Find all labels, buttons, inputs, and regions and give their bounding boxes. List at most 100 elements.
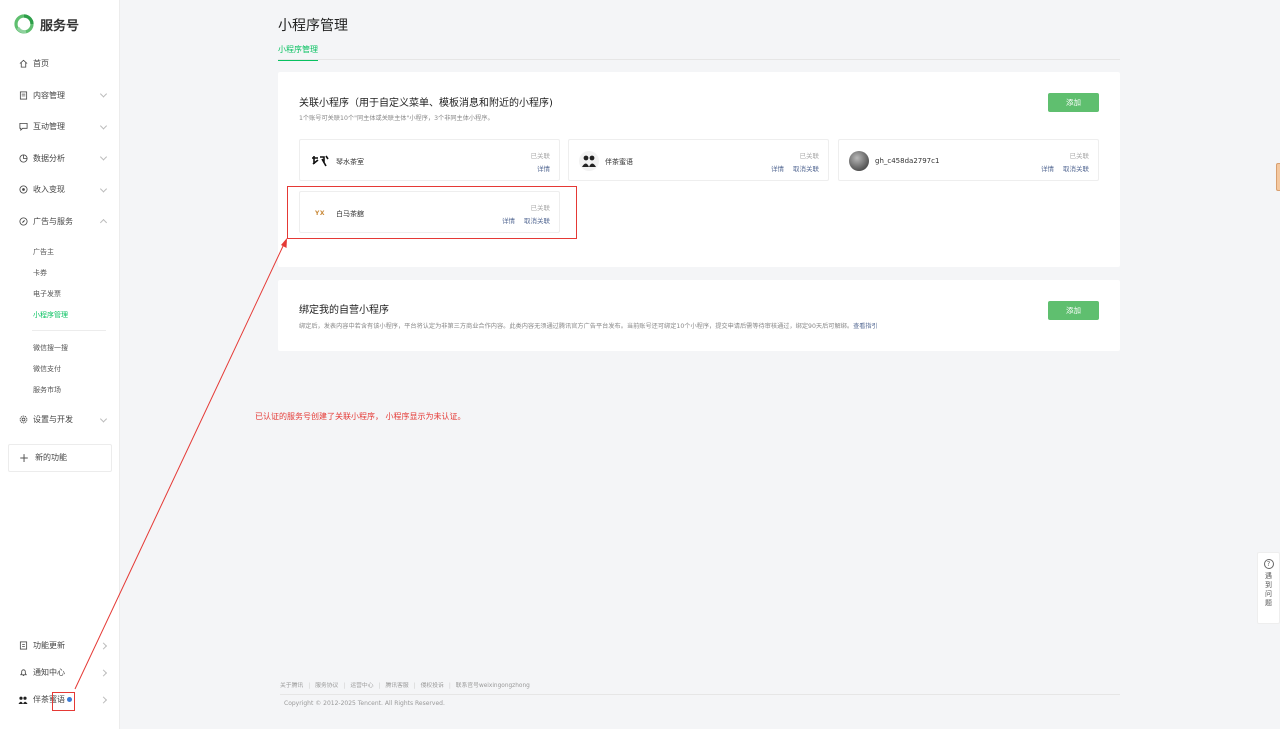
self-operated-description: 绑定后，发表内容中若含有该小程序，平台将认定为非第三方商业合作内容。此类内容无须… xyxy=(299,323,854,330)
footer-divider xyxy=(280,694,1120,695)
new-feature-label: 新的功能 xyxy=(35,453,68,462)
self-operated-section-title: 绑定我的自营小程序 xyxy=(299,305,389,316)
service-account-logo-icon xyxy=(14,14,34,34)
unlink-link[interactable]: 取消关联 xyxy=(793,163,819,173)
sidebar-item-interaction[interactable]: 互动管理 xyxy=(0,111,120,143)
sidebar-subitem-wechat-pay[interactable]: 微信支付 xyxy=(0,358,120,379)
edge-tab[interactable] xyxy=(1276,163,1280,191)
sidebar-item-monetization[interactable]: 收入变现 xyxy=(0,174,120,206)
chevron-right-icon xyxy=(99,695,108,704)
footer-separator: | xyxy=(308,683,311,689)
footer-separator: | xyxy=(448,683,451,689)
footer-links: 关于腾讯 | 服务协议 | 运营中心 | 腾讯客服 | 侵权投诉 | 联系官号weixingongz… xyxy=(280,680,530,689)
chat-icon xyxy=(18,122,28,132)
mini-program-item: 琴水茶室 已关联 详情 xyxy=(299,139,560,181)
sidebar-subitem-advertiser[interactable]: 广告主 xyxy=(0,241,120,262)
add-self-operated-mini-program-button[interactable]: 添加 xyxy=(1048,301,1099,320)
sidebar-item-label: 功能更新 xyxy=(33,641,65,650)
calligraphy-logo-icon xyxy=(310,151,330,171)
chevron-down-icon xyxy=(99,153,108,161)
sidebar-subitem-mini-program-management[interactable]: 小程序管理 xyxy=(0,304,120,325)
self-operated-mini-programs-card: 绑定我的自营小程序 绑定后，发表内容中若含有该小程序，平台将认定为非第三方商业合… xyxy=(278,280,1120,351)
footer-separator: | xyxy=(413,683,416,689)
coin-icon xyxy=(18,185,28,195)
sidebar-subitem-service-market[interactable]: 服务市场 xyxy=(0,379,120,400)
chevron-down-icon xyxy=(99,415,108,423)
mini-program-status: 已关联 xyxy=(799,152,820,160)
mini-program-status: 已关联 xyxy=(530,152,551,160)
sidebar-item-label: 互动管理 xyxy=(33,122,65,132)
mini-program-name: 伴茶蜜语 xyxy=(605,158,633,166)
footer-link-ops-center[interactable]: 运营中心 xyxy=(350,683,373,689)
sidebar-item-label: 广告与服务 xyxy=(33,216,73,226)
mini-program-item: gh_c458da2797c1 已关联 详情 取消关联 xyxy=(838,139,1099,181)
chevron-down-icon xyxy=(99,90,108,98)
highlight-box-verified-badge xyxy=(52,692,75,711)
compass-icon xyxy=(18,216,28,226)
linked-section-title: 关联小程序（用于自定义菜单、模板消息和附近的小程序) xyxy=(299,98,553,109)
sidebar-item-settings[interactable]: 设置与开发 xyxy=(0,404,120,436)
app-logo[interactable]: 服务号 xyxy=(14,14,79,34)
help-float-button[interactable]: ? 遇到问题 xyxy=(1257,552,1280,624)
sidebar-item-home[interactable]: 首页 xyxy=(0,48,120,80)
gear-icon xyxy=(18,415,28,425)
footer-separator: | xyxy=(378,683,381,689)
bell-icon xyxy=(18,668,28,678)
update-icon xyxy=(18,641,28,651)
sidebar-nav: 首页 内容管理 互动管理 数据分析 收入变现 广告与服务 广告主 卡券 电子发票… xyxy=(0,48,120,472)
sidebar-item-label: 通知中心 xyxy=(33,668,65,677)
chevron-right-icon xyxy=(99,641,108,650)
mini-program-item: 伴茶蜜语 已关联 详情 取消关联 xyxy=(568,139,829,181)
mini-program-name: 琴水茶室 xyxy=(336,158,364,166)
sidebar-item-label: 设置与开发 xyxy=(33,415,73,425)
app-title: 服务号 xyxy=(40,18,80,34)
unlink-link[interactable]: 取消关联 xyxy=(1063,163,1089,173)
details-link[interactable]: 详情 xyxy=(771,163,784,173)
footer-link-complaint[interactable]: 侵权投诉 xyxy=(421,683,444,689)
footer-link-support[interactable]: 腾讯客服 xyxy=(385,683,408,689)
highlight-box-mini-program xyxy=(287,186,577,239)
details-link[interactable]: 详情 xyxy=(1041,163,1054,173)
annotation-note: 已认证的服务号创建了关联小程序， 小程序显示为未认证。 xyxy=(255,412,466,421)
sidebar-subitem-wechat-search[interactable]: 微信搜一搜 xyxy=(0,337,120,358)
page-title: 小程序管理 xyxy=(278,18,348,34)
chevron-down-icon xyxy=(99,185,108,193)
copyright: Copyright © 2012-2025 Tencent. All Right… xyxy=(284,700,445,707)
sidebar-item-notifications[interactable]: 通知中心 xyxy=(0,659,120,686)
sidebar-subitem-coupons[interactable]: 卡券 xyxy=(0,262,120,283)
question-icon: ? xyxy=(1263,559,1274,569)
sidebar-item-label: 首页 xyxy=(33,59,49,69)
sidebar-subitem-e-invoice[interactable]: 电子发票 xyxy=(0,283,120,304)
linked-section-subtitle: 1个账号可关联10个"同主体或关联主体"小程序，3个非同主体小程序。 xyxy=(299,115,494,122)
sidebar-item-feature-updates[interactable]: 功能更新 xyxy=(0,632,120,659)
help-label: 遇到问题 xyxy=(1265,572,1272,607)
photo-avatar-icon xyxy=(849,151,869,171)
chevron-right-icon xyxy=(99,668,108,677)
footer-link-official-account[interactable]: 联系官号weixingongzhong xyxy=(456,683,530,689)
tab-underline-divider xyxy=(278,59,1120,60)
sidebar-divider xyxy=(32,330,106,331)
pie-chart-icon xyxy=(18,153,28,163)
home-icon xyxy=(18,59,28,69)
sidebar-item-label: 内容管理 xyxy=(33,90,65,100)
new-feature-button[interactable]: + 新的功能 xyxy=(8,443,112,472)
details-link[interactable]: 详情 xyxy=(537,163,550,173)
mini-program-name: gh_c458da2797c1 xyxy=(875,157,940,165)
add-linked-mini-program-button[interactable]: 添加 xyxy=(1048,93,1099,112)
account-avatar-icon xyxy=(18,695,28,705)
plus-icon: + xyxy=(19,450,30,465)
sidebar-item-ads-services[interactable]: 广告与服务 xyxy=(0,206,120,238)
chevron-up-icon xyxy=(99,219,108,227)
mini-program-status: 已关联 xyxy=(1069,152,1090,160)
footer-separator: | xyxy=(343,683,346,689)
footer-link-terms[interactable]: 服务协议 xyxy=(315,683,338,689)
footer-link-about[interactable]: 关于腾讯 xyxy=(280,683,303,689)
self-operated-section-subtitle: 绑定后，发表内容中若含有该小程序，平台将认定为非第三方商业合作内容。此类内容无须… xyxy=(299,321,878,330)
sidebar-item-label: 收入变现 xyxy=(33,185,65,195)
sidebar-item-content[interactable]: 内容管理 xyxy=(0,80,120,112)
document-icon xyxy=(18,90,28,100)
guide-link[interactable]: 查看指引 xyxy=(853,323,878,330)
sidebar-item-analytics[interactable]: 数据分析 xyxy=(0,143,120,175)
sidebar: 服务号 首页 内容管理 互动管理 数据分析 收入变现 广告与服务 广告主 卡券 … xyxy=(0,0,120,729)
chevron-down-icon xyxy=(99,122,108,130)
